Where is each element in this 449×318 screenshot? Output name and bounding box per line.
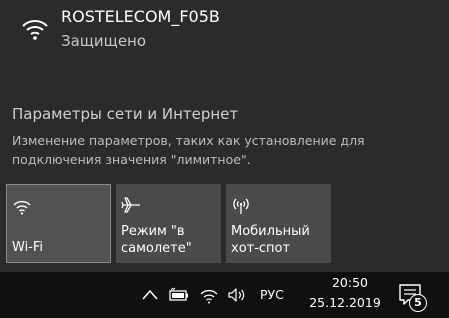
notification-count-badge: 5 bbox=[409, 294, 427, 312]
network-item-rostelecom[interactable]: ROSTELECOM_F05B Защищено bbox=[0, 0, 449, 70]
network-settings-link[interactable]: Параметры сети и Интернет bbox=[12, 104, 238, 124]
airplane-mode-tile[interactable]: Режим "в самолете" bbox=[116, 184, 221, 263]
mobile-hotspot-tile[interactable]: Мобильный хот-спот bbox=[226, 184, 331, 263]
network-settings-description: Изменение параметров, таких как установл… bbox=[12, 133, 365, 167]
airplane-icon bbox=[121, 197, 140, 213]
volume-icon[interactable] bbox=[227, 286, 247, 304]
show-hidden-icons-chevron-up-icon[interactable] bbox=[140, 286, 160, 304]
taskbar: РУС 20:50 25.12.2019 5 bbox=[0, 272, 449, 318]
hotspot-icon bbox=[233, 198, 249, 214]
network-flyout: ROSTELECOM_F05B Защищено Параметры сети … bbox=[0, 0, 449, 272]
hotspot-tile-label: Мобильный хот-спот bbox=[231, 224, 310, 256]
clock-date[interactable]: 25.12.2019 bbox=[305, 294, 385, 312]
battery-icon[interactable] bbox=[169, 286, 189, 304]
network-status: Защищено bbox=[61, 32, 147, 50]
airplane-tile-label: Режим "в самолете" bbox=[121, 224, 192, 256]
input-language-indicator[interactable]: РУС bbox=[260, 286, 284, 304]
network-wifi-tray-icon[interactable] bbox=[199, 286, 219, 304]
network-ssid: ROSTELECOM_F05B bbox=[61, 7, 220, 26]
wifi-signal-icon bbox=[22, 20, 48, 40]
wifi-toggle-tile[interactable]: Wi-Fi bbox=[6, 184, 111, 263]
wifi-icon bbox=[13, 200, 31, 215]
clock-time[interactable]: 20:50 bbox=[322, 274, 378, 292]
wifi-tile-label: Wi-Fi bbox=[12, 240, 44, 255]
